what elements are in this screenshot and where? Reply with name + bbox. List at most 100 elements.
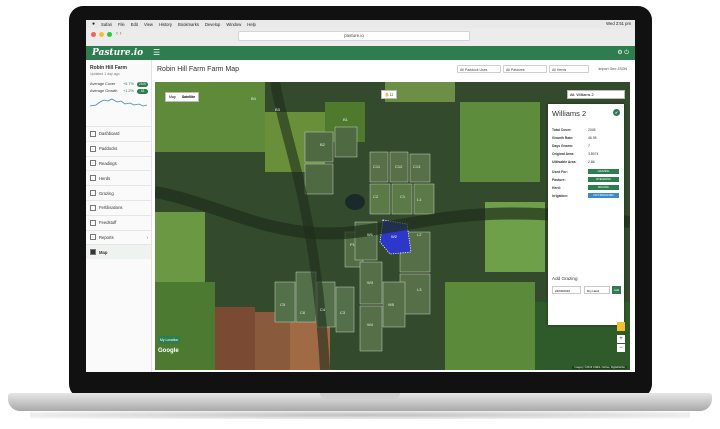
sidebar-nav: Dashboard Paddocks Readings Herds Grazin… (86, 126, 151, 260)
readings-icon (90, 160, 96, 167)
paddock-label: B3 (275, 107, 280, 112)
street-view-icon[interactable] (617, 322, 625, 331)
minimize-window-button[interactable] (99, 32, 104, 37)
menu-item[interactable]: View (144, 22, 153, 27)
reports-icon (90, 234, 96, 241)
satellite-view-button[interactable]: Satellite (179, 93, 198, 101)
laptop-screen: ● Safari File Edit View History Bookmark… (86, 20, 635, 372)
paddock-label: C11 (373, 164, 381, 169)
paddock-label: L1 (417, 197, 422, 202)
panel-title: Williams 2 (552, 109, 587, 118)
paddock-label-selected: W2 (391, 234, 397, 239)
close-window-button[interactable] (91, 32, 96, 37)
address-bar[interactable]: pasture.io (238, 31, 470, 41)
sidebar-item-fertilisations[interactable]: Fertilisations (86, 199, 151, 215)
paddock-label: B2 (320, 142, 325, 147)
laptop-base (8, 393, 712, 411)
app-logo[interactable]: Pasture.io (92, 48, 143, 58)
grazing-herd-select[interactable]: Dry Herd (584, 286, 610, 294)
sidebar-item-herds[interactable]: Herds (86, 170, 151, 185)
paddock-label: B4 (251, 96, 256, 101)
sidebar-item-map[interactable]: Map (86, 244, 151, 260)
paddock-label: C3 (340, 310, 346, 315)
sidebar: Robin Hill Farm Updated 1 day ago Averag… (86, 60, 152, 372)
detail-label: Growth Rate: (552, 136, 574, 140)
irrigation-badge[interactable]: NOT IRRIGATED (588, 193, 619, 198)
zoom-out-button[interactable]: − (617, 344, 625, 352)
detail-value: 2.86 (588, 160, 595, 164)
menubar-clock: Wed 2:51 pm (606, 21, 631, 26)
pasture-badge[interactable]: RYEGRASS (588, 177, 619, 182)
detail-value: 2045 (588, 128, 596, 132)
sidebar-item-label: Grazing (99, 190, 114, 196)
sidebar-item-label: Fertilisations (99, 205, 123, 211)
menu-item[interactable]: File (118, 22, 125, 27)
menu-item[interactable]: History (159, 22, 172, 27)
farm-updated: Updated 1 day ago (90, 72, 120, 76)
laptop-shadow (30, 411, 690, 419)
grazing-icon (90, 190, 96, 197)
paddock-use-filter[interactable]: All Paddock Uses (457, 65, 501, 73)
sidebar-item-label: Paddocks (99, 146, 118, 152)
sidebar-item-label: Dashboard (99, 131, 120, 137)
sidebar-item-paddocks[interactable]: Paddocks (86, 140, 151, 156)
hamburger-icon[interactable]: ☰ (153, 48, 160, 57)
stat-delta: +1.2% (123, 89, 134, 93)
apple-icon[interactable]: ● (92, 21, 95, 27)
paddock-label: C13 (413, 164, 421, 169)
herd-badge[interactable]: MILKING (588, 185, 619, 190)
herd-filter[interactable]: All Herds (549, 65, 589, 73)
sidebar-item-label: Readings (99, 160, 117, 166)
add-grazing-button[interactable]: Add (612, 286, 621, 294)
paddock-label: P1 (350, 242, 355, 247)
menu-item[interactable]: Help (247, 22, 256, 27)
menu-item[interactable]: Window (226, 22, 241, 27)
paddock-label: W1 (367, 232, 373, 237)
map-view-button[interactable]: Map (166, 93, 179, 101)
paddock-select[interactable]: All: Williams 2 (567, 90, 625, 99)
back-forward-icon[interactable]: ‹ › (116, 31, 122, 37)
herds-icon (90, 175, 96, 182)
draw-tool-icon[interactable]: ✋☐ (381, 90, 397, 99)
sidebar-item-label: Reports (99, 234, 114, 240)
menu-item[interactable]: Edit (131, 22, 138, 27)
menu-item[interactable]: Develop (205, 22, 220, 27)
sidebar-item-label: Feedstuff (99, 220, 117, 226)
sidebar-item-readings[interactable]: Readings (86, 155, 151, 171)
paddock-label: C5 (280, 302, 286, 307)
stat-value-badge: 43 (137, 89, 148, 94)
map-attribution: Imagery ©2016 CNES / Airbus, DigitalGlob… (572, 366, 627, 369)
panel-action-icon[interactable]: ✔ (613, 109, 620, 116)
zoom-window-button[interactable] (107, 32, 112, 37)
detail-label: Utilisable Area: (552, 160, 577, 164)
stat-delta: +5.7% (123, 82, 134, 86)
menu-item[interactable]: Bookmarks (178, 22, 199, 27)
grazing-date-input[interactable]: 24/09/2016 (552, 286, 581, 294)
satellite-map[interactable]: B4 B3 B2 B1 C11 C12 C13 C6 C5 C4 C3 C2 C… (155, 82, 630, 370)
detail-value: 7 (588, 144, 590, 148)
paddock-label: L3 (417, 287, 422, 292)
stat-label: Average Growth (90, 89, 118, 93)
detail-label: Pasture: (552, 178, 566, 182)
menu-item[interactable]: Safari (101, 22, 112, 27)
import-geojson-button[interactable]: Import Geo JSON (598, 65, 627, 73)
sparkline-chart (90, 98, 147, 107)
sidebar-item-feedstuff[interactable]: Feedstuff (86, 214, 151, 230)
main-content: Robin Hill Farm Farm Map All Paddock Use… (152, 60, 635, 372)
map-type-toggle[interactable]: Map Satellite (165, 92, 200, 102)
sidebar-item-grazing[interactable]: Grazing (86, 185, 151, 200)
map-icon (90, 249, 96, 256)
header-icons[interactable]: ⚙ ⏻ (617, 49, 629, 57)
sidebar-item-label: Herds (99, 175, 111, 181)
pasture-filter[interactable]: All Pastures (503, 65, 547, 73)
sidebar-item-reports[interactable]: Reports › (86, 229, 151, 245)
zoom-in-button[interactable]: + (617, 335, 625, 343)
farm-name: Robin Hill Farm (90, 65, 127, 71)
sidebar-item-dashboard[interactable]: Dashboard (86, 126, 151, 141)
detail-value: 3.8074 (588, 152, 599, 156)
my-location-button[interactable]: My Location (158, 336, 181, 344)
used-for-badge[interactable]: GRAZING (588, 169, 619, 174)
app-header: Pasture.io ☰ ⚙ ⏻ (86, 46, 635, 60)
detail-label: Days Grown: (552, 144, 573, 148)
add-grazing-heading: Add Grazing (552, 276, 578, 281)
